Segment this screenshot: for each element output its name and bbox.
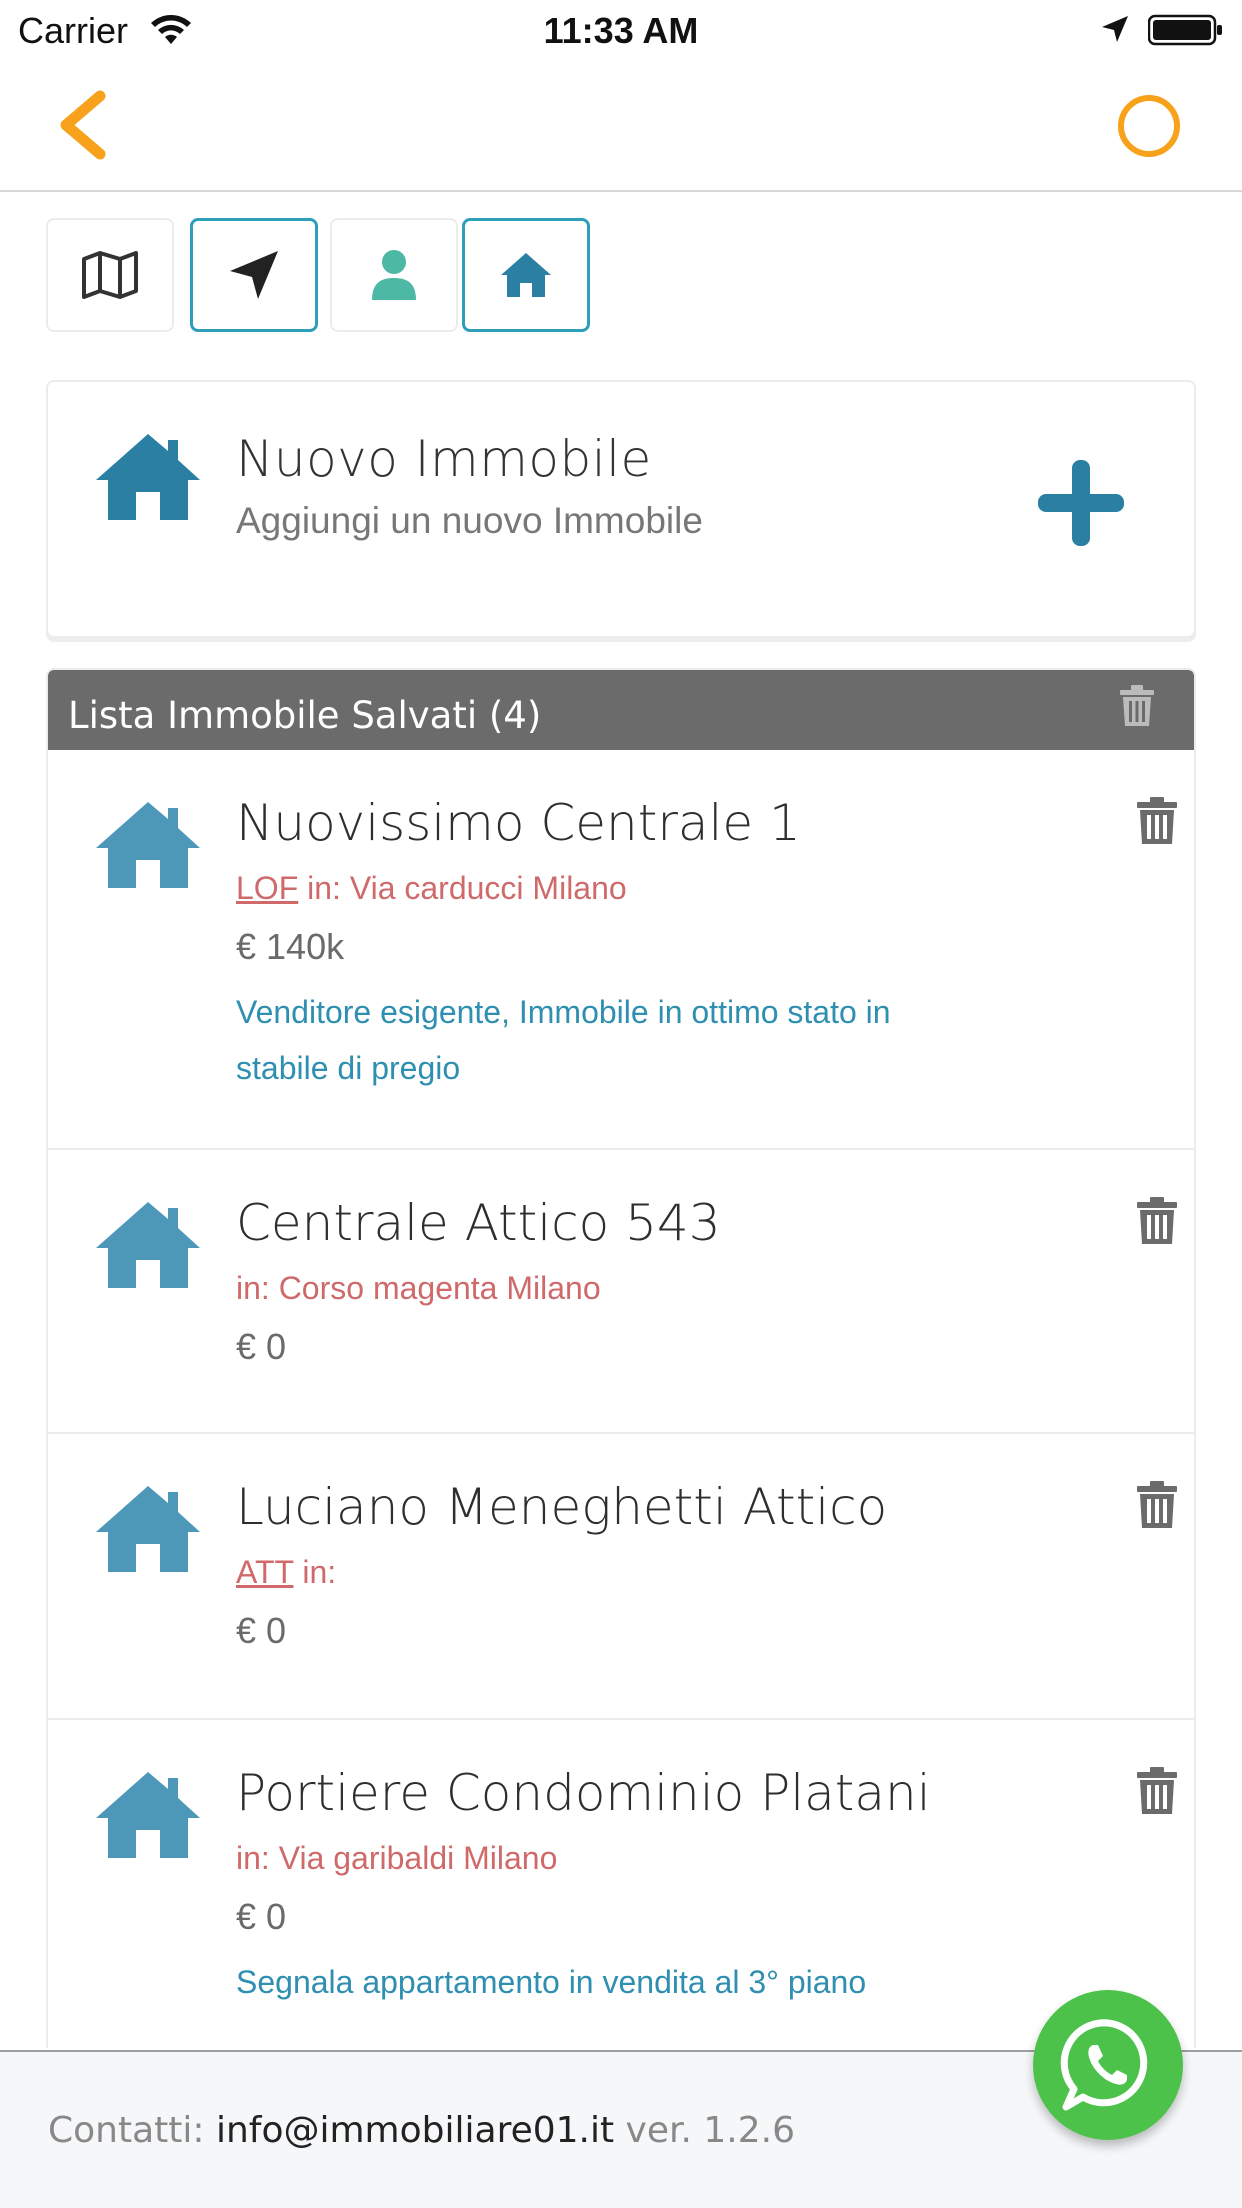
app-version: ver. 1.2.6 [614,2110,795,2151]
plus-icon[interactable] [1026,448,1136,558]
trash-icon[interactable] [1136,1196,1178,1246]
item-price: € 0 [236,1610,287,1651]
home-icon [96,434,200,520]
item-price: € 140k [236,926,345,967]
list-item[interactable]: Nuovissimo Centrale 1 LOF in: Via carduc… [48,750,1194,1150]
location-arrow-icon [230,251,278,299]
list-title: Lista Immobile Salvati (4) [68,694,542,737]
status-bar: Carrier 11:33 AM [0,0,1242,60]
battery-icon [1148,14,1222,46]
item-title: Luciano Meneghetti Attico [236,1478,888,1536]
item-note: Segnala appartamento in vendita al 3° pi… [236,1964,867,2000]
contact-email-link[interactable]: info@immobiliare01.it [216,2110,614,2151]
item-price: € 0 [236,1896,287,1937]
home-icon [501,253,551,297]
item-location: LOF in: Via carducci Milano [236,870,627,907]
new-property-title: Nuovo Immobile [236,430,652,488]
navigation-bar [0,60,1242,192]
tab-user[interactable] [330,218,458,332]
item-location: ATT in: [236,1554,336,1591]
saved-properties-list: Lista Immobile Salvati (4) Nuovissimo Ce… [46,668,1196,2048]
chevron-left-icon[interactable] [52,90,112,160]
list-item[interactable]: Luciano Meneghetti Attico ATT in: € 0 [48,1434,1194,1720]
item-code[interactable]: ATT [236,1554,293,1590]
item-address: in: [293,1554,337,1590]
item-location: in: Via garibaldi Milano [236,1840,557,1877]
whatsapp-icon [1060,2019,1148,2111]
user-icon [372,250,416,300]
tab-navigation[interactable] [190,218,318,332]
item-title: Portiere Condominio Platani [236,1764,931,1822]
list-item[interactable]: Centrale Attico 543 in: Corso magenta Mi… [48,1150,1194,1434]
item-address: in: Via carducci Milano [298,870,627,906]
new-property-subtitle: Aggiungi un nuovo Immobile [236,500,703,541]
map-icon [82,251,138,299]
item-address: in: Corso magenta Milano [236,1270,601,1306]
tab-map[interactable] [46,218,174,332]
trash-icon[interactable] [1136,1766,1178,1816]
whatsapp-button[interactable] [1033,1990,1183,2140]
item-location: in: Corso magenta Milano [236,1270,601,1307]
trash-icon[interactable] [1136,1480,1178,1530]
home-icon [96,802,200,888]
item-title: Nuovissimo Centrale 1 [236,794,801,852]
item-note: Venditore esigente, Immobile in ottimo s… [236,994,891,1086]
new-property-card[interactable]: Nuovo Immobile Aggiungi un nuovo Immobil… [46,380,1196,638]
home-icon [96,1486,200,1572]
item-code[interactable]: LOF [236,870,298,906]
list-item[interactable]: Portiere Condominio Platani in: Via gari… [48,1720,1194,2048]
clock: 11:33 AM [543,10,699,51]
circle-icon[interactable] [1118,95,1180,157]
footer-contacts: Contatti: info@immobiliare01.it ver. 1.2… [48,2110,795,2151]
trash-icon[interactable] [1118,684,1156,728]
trash-icon[interactable] [1136,796,1178,846]
footer-label: Contatti: [48,2110,216,2151]
home-icon [96,1772,200,1858]
list-header: Lista Immobile Salvati (4) [48,670,1194,750]
location-arrow-icon [1102,16,1128,42]
item-price: € 0 [236,1326,287,1367]
home-icon [96,1202,200,1288]
item-address: in: Via garibaldi Milano [236,1840,558,1876]
tab-home[interactable] [462,218,590,332]
item-title: Centrale Attico 543 [236,1194,721,1252]
